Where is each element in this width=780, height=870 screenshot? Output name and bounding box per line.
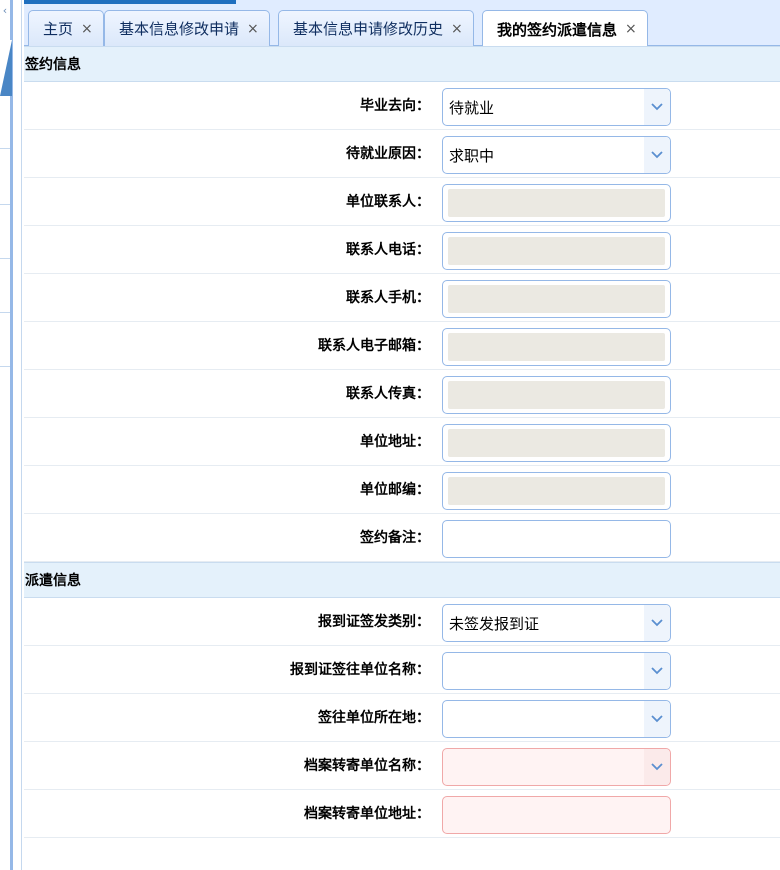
left-nav-strip: ‹: [0, 0, 22, 870]
readonly-field: [442, 328, 671, 366]
close-icon[interactable]: ×: [81, 21, 93, 37]
dispatch-form: 报到证签发类别： 未签发报到证报到证签往单位名称： 签往单位所在地： 档案转寄单位名称…: [24, 598, 780, 838]
chevron-down-icon[interactable]: [644, 605, 670, 641]
nav-divider: [10, 0, 13, 870]
tab-label: 我的签约派遣信息: [497, 20, 618, 39]
close-icon[interactable]: ×: [625, 21, 637, 37]
select-field[interactable]: 未签发报到证: [442, 604, 671, 642]
form-row: 单位邮编：: [24, 466, 780, 514]
field-label: 签约备注：: [360, 530, 430, 546]
form-row: 联系人电子邮箱：: [24, 322, 780, 370]
field-label: 单位邮编：: [360, 482, 430, 498]
field-value: 未签发报到证: [449, 614, 540, 633]
tabs-accent-bar: [24, 0, 236, 4]
chevron-down-icon[interactable]: [644, 89, 670, 125]
field-label: 单位联系人：: [346, 194, 430, 210]
signing-form: 毕业去向： 待就业待就业原因： 求职中单位联系人： 联系人电话： 联系人手机： 联系人电子…: [24, 82, 780, 562]
nav-separator: [0, 258, 10, 259]
chevron-down-icon[interactable]: [644, 701, 670, 737]
form-row: 档案转寄单位地址：: [24, 790, 780, 838]
tab-label: 主页: [43, 20, 74, 38]
select-field[interactable]: [442, 748, 671, 786]
form-row: 报到证签发类别： 未签发报到证: [24, 598, 780, 646]
form-row: 档案转寄单位名称：: [24, 742, 780, 790]
tab-my-signing-dispatch-info[interactable]: 我的签约派遣信息 ×: [482, 10, 648, 47]
form-row: 联系人电话：: [24, 226, 780, 274]
text-field[interactable]: [442, 796, 671, 834]
form-row: 毕业去向： 待就业: [24, 82, 780, 130]
form-row: 报到证签往单位名称：: [24, 646, 780, 694]
field-value: 求职中: [449, 146, 495, 165]
section-header-signing: 签约信息: [24, 46, 780, 82]
field-label: 待就业原因：: [346, 146, 430, 162]
close-icon[interactable]: ×: [451, 21, 463, 37]
field-label: 报到证签发类别：: [318, 614, 430, 630]
readonly-field: [442, 280, 671, 318]
readonly-field: [442, 376, 671, 414]
form-row: 签往单位所在地：: [24, 694, 780, 742]
nav-separator: [0, 312, 10, 313]
select-field[interactable]: [442, 700, 671, 738]
field-label: 报到证签往单位名称：: [290, 662, 430, 678]
field-label: 联系人电话：: [346, 242, 430, 258]
close-icon[interactable]: ×: [247, 21, 259, 37]
field-label: 单位地址：: [360, 434, 430, 450]
readonly-field: [442, 472, 671, 510]
field-label: 联系人传真：: [346, 386, 430, 402]
readonly-field: [442, 184, 671, 222]
nav-expand-handle[interactable]: [0, 40, 12, 96]
readonly-field: [442, 424, 671, 462]
nav-separator: [0, 204, 10, 205]
field-label: 档案转寄单位地址：: [304, 806, 430, 822]
select-field[interactable]: 待就业: [442, 88, 671, 126]
form-row: 签约备注：: [24, 514, 780, 562]
tab-home[interactable]: 主页 ×: [28, 10, 104, 46]
tab-edit-request-history[interactable]: 基本信息申请修改历史 ×: [278, 10, 474, 46]
form-row: 单位地址：: [24, 418, 780, 466]
text-field[interactable]: [442, 520, 671, 558]
readonly-field: [442, 232, 671, 270]
form-row: 待就业原因： 求职中: [24, 130, 780, 178]
chevron-down-icon[interactable]: [644, 749, 670, 785]
form-row: 单位联系人：: [24, 178, 780, 226]
tab-label: 基本信息申请修改历史: [293, 20, 444, 38]
field-value: 待就业: [449, 98, 495, 117]
tab-label: 基本信息修改申请: [119, 20, 240, 38]
tabs-bar: 主页 × 基本信息修改申请 × 基本信息申请修改历史 × 我的签约派遣信息 ×: [24, 0, 780, 47]
nav-separator: [0, 148, 10, 149]
chevron-down-icon[interactable]: [644, 653, 670, 689]
chevron-left-icon[interactable]: ‹: [0, 4, 10, 17]
select-field[interactable]: [442, 652, 671, 690]
field-label: 签往单位所在地：: [318, 710, 430, 726]
field-label: 毕业去向：: [360, 98, 430, 114]
form-row: 联系人手机：: [24, 274, 780, 322]
tab-basic-info-edit-request[interactable]: 基本信息修改申请 ×: [104, 10, 270, 46]
main-content: 签约信息 毕业去向： 待就业待就业原因： 求职中单位联系人： 联系人电话： 联系人手机：…: [24, 46, 780, 870]
form-row: 联系人传真：: [24, 370, 780, 418]
chevron-down-icon[interactable]: [644, 137, 670, 173]
section-header-dispatch: 派遣信息: [24, 562, 780, 598]
nav-separator: [0, 366, 10, 367]
field-label: 联系人手机：: [346, 290, 430, 306]
select-field[interactable]: 求职中: [442, 136, 671, 174]
field-label: 联系人电子邮箱：: [318, 338, 430, 354]
field-label: 档案转寄单位名称：: [304, 758, 430, 774]
